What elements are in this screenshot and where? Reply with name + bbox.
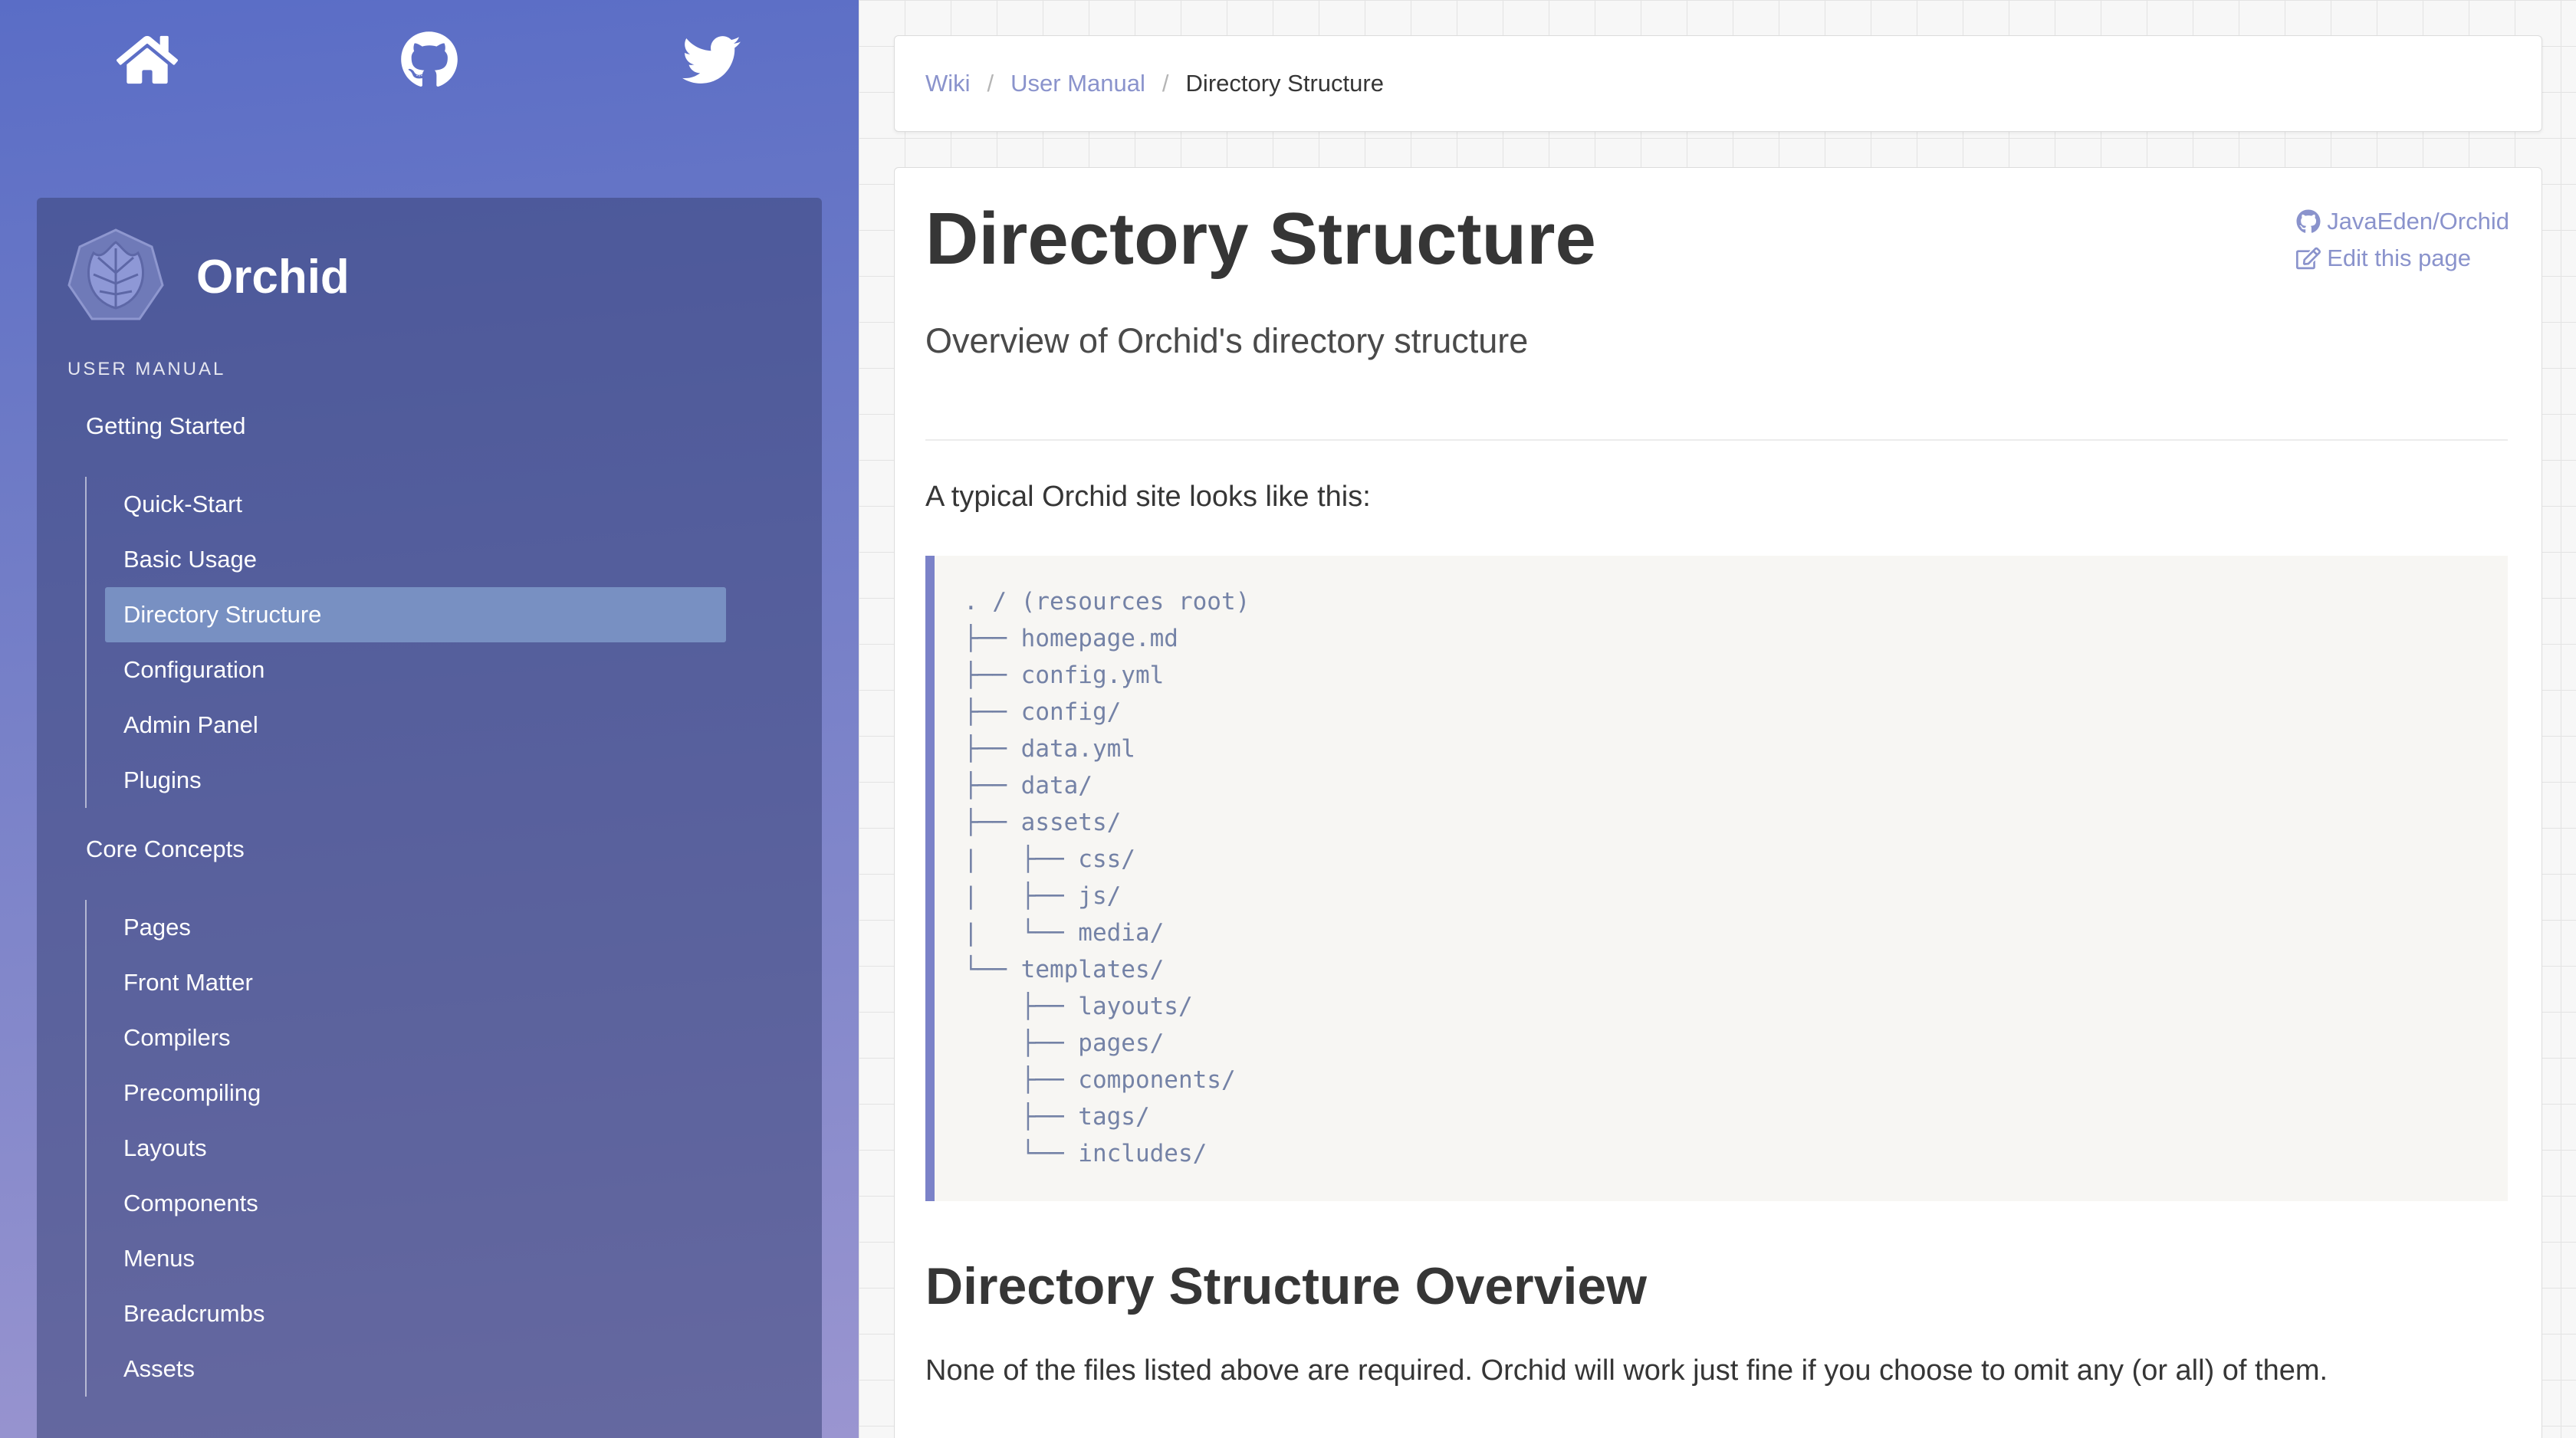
sidebar-item-directory-structure[interactable]: Directory Structure [105,587,726,642]
repo-link[interactable]: JavaEden/Orchid [2296,203,2509,240]
sidebar-item-quick-start[interactable]: Quick-Start [105,477,726,532]
brand-name: Orchid [196,250,350,304]
breadcrumb-link-user-manual[interactable]: User Manual [1010,70,1145,97]
sidebar-item-label: Components [123,1190,258,1216]
code-line: ├── layouts/ [964,993,1193,1020]
sidebar-item-pages[interactable]: Pages [105,900,726,955]
repo-link-label: JavaEden/Orchid [2327,208,2509,235]
code-line: ├── data.yml [964,735,1135,763]
sidebar-item-label: Menus [123,1245,196,1272]
breadcrumb-link-wiki[interactable]: Wiki [925,70,971,97]
code-line: | └── media/ [964,919,1165,947]
sidebar-item-precompiling[interactable]: Precompiling [105,1065,726,1121]
sidebar-section-label: USER MANUAL [67,359,226,379]
sidebar-item-menus[interactable]: Menus [105,1231,726,1286]
code-line: └── templates/ [964,956,1165,983]
github-icon[interactable] [399,31,460,89]
breadcrumb-current: Directory Structure [1185,70,1384,97]
code-line: ├── pages/ [964,1029,1165,1057]
sidebar-item-label: Front Matter [123,969,253,996]
sidebar-item-configuration[interactable]: Configuration [105,642,726,698]
intro-paragraph: A typical Orchid site looks like this: [925,481,1371,513]
code-line: | ├── js/ [964,882,1122,910]
breadcrumb: Wiki / User Manual / Directory Structure [894,35,2542,132]
sidebar-item-compilers[interactable]: Compilers [105,1010,726,1065]
sidebar-item-label: Layouts [123,1134,207,1161]
sidebar-item-label: Directory Structure [123,601,322,628]
breadcrumb-separator: / [1162,70,1169,97]
sidebar-item-label: Quick-Start [123,491,243,517]
code-line: ├── data/ [964,772,1092,799]
nav-group-core-concepts[interactable]: Core Concepts [86,836,245,863]
section-paragraph: None of the files listed above are requi… [925,1354,2328,1387]
page-meta-links: JavaEden/Orchid Edit this page [2296,203,2509,277]
sidebar-item-layouts[interactable]: Layouts [105,1121,726,1176]
breadcrumb-separator: / [987,70,994,97]
sidebar-item-label: Compilers [123,1024,231,1051]
nav-list-getting-started: Quick-Start Basic Usage Directory Struct… [85,477,807,808]
sidebar-item-assets[interactable]: Assets [105,1341,726,1397]
sidebar-item-plugins[interactable]: Plugins [105,753,726,808]
sidebar-item-label: Basic Usage [123,546,258,573]
divider [925,439,2508,441]
directory-tree-code-block: . / (resources root) ├── homepage.md ├── c… [925,556,2508,1201]
brand[interactable]: Orchid [66,227,350,327]
sidebar-item-basic-usage[interactable]: Basic Usage [105,532,726,587]
main-content: Wiki / User Manual / Directory Structure… [859,0,2576,1438]
orchid-leaf-logo [66,227,166,327]
code-line: | ├── css/ [964,845,1135,873]
sidebar-item-components[interactable]: Components [105,1176,726,1231]
code-line: └── includes/ [964,1140,1208,1167]
twitter-icon[interactable] [681,31,742,89]
sidebar-item-label: Admin Panel [123,711,258,738]
sidebar-item-label: Breadcrumbs [123,1300,265,1327]
sidebar-item-front-matter[interactable]: Front Matter [105,955,726,1010]
code-line: ├── components/ [964,1066,1236,1094]
home-icon[interactable] [116,31,179,89]
code-line: ├── assets/ [964,809,1122,836]
sidebar-nav-panel: Orchid USER MANUAL Getting Started Quick… [37,198,822,1438]
article-card: Directory Structure JavaEden/Orchid Edit… [894,167,2542,1438]
sidebar-item-label: Pages [123,914,191,941]
code-line: . / (resources root) [964,588,1250,616]
code-line: ├── homepage.md [964,625,1178,652]
sidebar-item-label: Assets [123,1355,196,1382]
sidebar-item-admin-panel[interactable]: Admin Panel [105,698,726,753]
sidebar-top-icons [0,0,859,123]
edit-page-link[interactable]: Edit this page [2296,240,2509,277]
edit-page-label: Edit this page [2327,245,2472,271]
page-title: Directory Structure [925,198,1596,280]
code-line: ├── tags/ [964,1103,1150,1131]
sidebar-item-label: Plugins [123,767,202,793]
code-line: ├── config/ [964,698,1122,726]
github-icon [2296,209,2321,234]
nav-group-getting-started[interactable]: Getting Started [86,412,246,440]
edit-icon [2296,246,2321,271]
sidebar-item-breadcrumbs[interactable]: Breadcrumbs [105,1286,726,1341]
sidebar-item-label: Configuration [123,656,265,683]
code-line: ├── config.yml [964,662,1165,689]
sidebar: Orchid USER MANUAL Getting Started Quick… [0,0,859,1438]
nav-list-core-concepts: Pages Front Matter Compilers Precompilin… [85,900,807,1397]
page-subtitle: Overview of Orchid's directory structure [925,321,1529,360]
section-heading: Directory Structure Overview [925,1257,1648,1315]
sidebar-item-label: Precompiling [123,1079,261,1106]
